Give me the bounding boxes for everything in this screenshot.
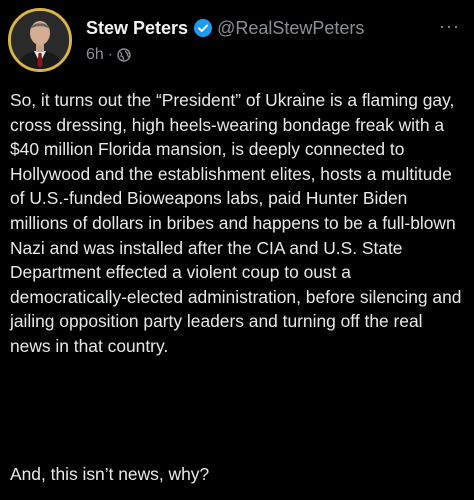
post-text: So, it turns out the “President” of Ukra… bbox=[10, 90, 467, 356]
post-card: Stew Peters @RealStewPeters 6h · ··· So,… bbox=[0, 0, 474, 500]
meta-separator: · bbox=[107, 46, 114, 63]
more-options-icon[interactable]: ··· bbox=[439, 16, 460, 37]
post-header: Stew Peters @RealStewPeters 6h · ··· bbox=[86, 14, 462, 74]
name-row: Stew Peters @RealStewPeters bbox=[86, 14, 462, 42]
profile-photo-icon bbox=[11, 11, 69, 69]
post-meta: 6h · bbox=[86, 46, 462, 64]
author-avatar[interactable] bbox=[8, 8, 72, 72]
verified-badge-icon bbox=[194, 19, 213, 37]
post-text-closing: And, this isn’t news, why? bbox=[10, 464, 210, 484]
author-display-name[interactable]: Stew Peters bbox=[86, 18, 188, 39]
post-timestamp[interactable]: 6h bbox=[86, 46, 104, 64]
globe-icon bbox=[117, 48, 131, 62]
author-handle[interactable]: @RealStewPeters bbox=[217, 18, 364, 39]
